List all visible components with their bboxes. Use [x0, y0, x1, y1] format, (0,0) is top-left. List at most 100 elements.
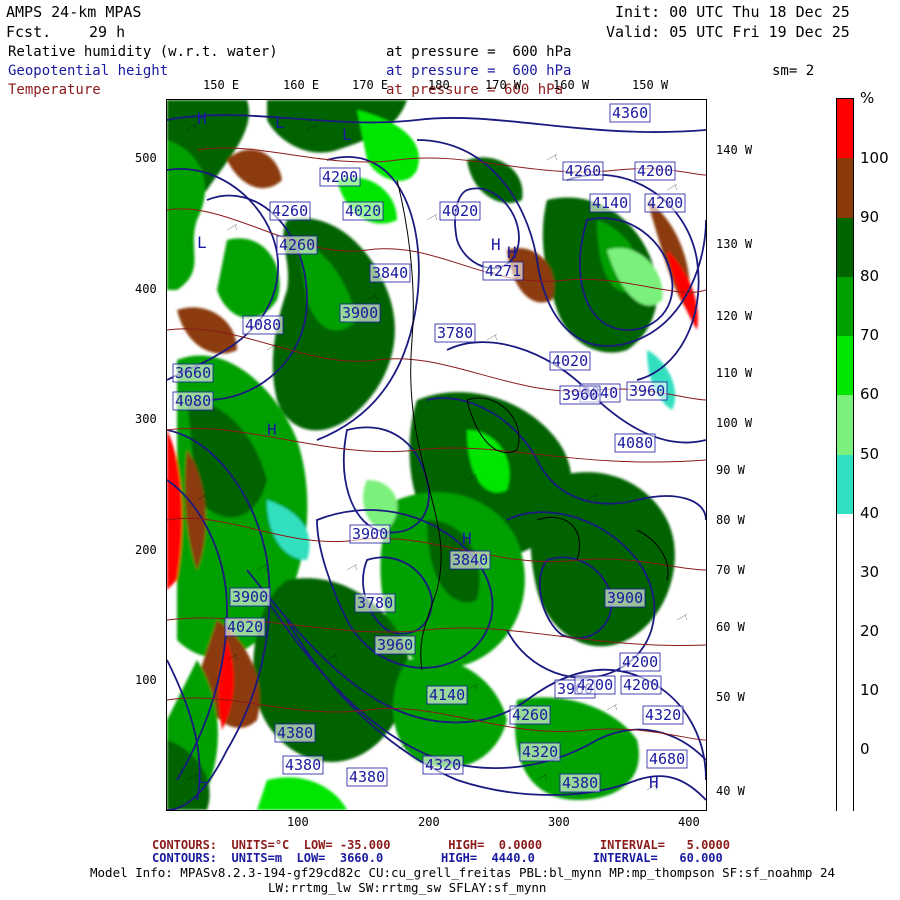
height-contour-label: 4020 — [224, 617, 266, 637]
height-contour-label: 4380 — [559, 773, 601, 793]
height-contour-label: 4080 — [172, 391, 214, 411]
height-label-text: 4260 — [272, 202, 308, 220]
high-pressure-marker: H — [197, 109, 207, 128]
lat-label: 90 W — [716, 463, 745, 477]
height-label-text: 3900 — [232, 588, 268, 606]
lon-label: 170 W — [485, 78, 522, 92]
colorbar-label: 90 — [860, 208, 880, 226]
height-contour-label: 3900 — [229, 587, 271, 607]
height-contour-label: 3840 — [369, 263, 411, 283]
height-label-text: 4260 — [565, 162, 601, 180]
humidity-colorbar — [836, 98, 854, 811]
height-contour-label: 3780 — [434, 323, 476, 343]
height-contour-label: 4260 — [509, 705, 551, 725]
colorbar-label: 10 — [860, 681, 880, 699]
height-contour-label: 4140 — [589, 193, 631, 213]
y-axis-label: 300 — [135, 412, 157, 426]
lat-label: 50 W — [716, 690, 745, 704]
colorbar-segment — [837, 691, 853, 752]
height-label-text: 4380 — [277, 724, 313, 742]
colorbar-label: 20 — [860, 622, 880, 640]
y-axis-label: 500 — [135, 151, 157, 165]
x-axis-label: 400 — [678, 815, 700, 829]
lon-label: 170 E — [352, 78, 389, 92]
height-label-text: 4260 — [512, 706, 548, 724]
height-contour-label: 4140 — [426, 685, 468, 705]
height-contour-label: 4380 — [282, 755, 324, 775]
height-label-text: 4320 — [522, 743, 558, 761]
height-label-text: 4260 — [279, 236, 315, 254]
height-contour-label: 3660 — [172, 363, 214, 383]
height-contour-label: 4320 — [642, 705, 684, 725]
lat-label: 130 W — [716, 237, 753, 251]
height-label-text: 4380 — [285, 756, 321, 774]
height-label-text: 3840 — [372, 264, 408, 282]
height-label-text: 4140 — [592, 194, 628, 212]
height-label-text: 3780 — [357, 594, 393, 612]
height-label-text: 4020 — [552, 352, 588, 370]
height-label-text: 4020 — [227, 618, 263, 636]
colorbar-segment — [837, 573, 853, 633]
colorbar-segment — [837, 395, 853, 455]
colorbar-segment — [837, 158, 853, 218]
height-contour-label: 4680 — [646, 749, 688, 769]
height-label-text: 3960 — [629, 382, 665, 400]
lon-label: 160 E — [283, 78, 320, 92]
model-info: Model Info: MPASv8.2.3-194-gf29cd82c CU:… — [90, 865, 836, 880]
height-label-text: 4680 — [649, 750, 685, 768]
colorbar-segment — [837, 336, 853, 396]
height-contour-label: 4200 — [620, 675, 662, 695]
height-contour-label: 4320 — [519, 742, 561, 762]
height-label-text: 3780 — [437, 324, 473, 342]
colorbar-unit: % — [860, 89, 875, 107]
lat-label: 40 W — [716, 784, 745, 798]
x-axis-label: 200 — [418, 815, 440, 829]
height-label-text: 3900 — [352, 525, 388, 543]
height-label-text: 4360 — [612, 104, 648, 122]
forecast-label: Fcst. — [6, 23, 52, 41]
height-label-text: 4080 — [245, 316, 281, 334]
colorbar-segment — [837, 217, 853, 278]
height-contour-label: 4200 — [634, 161, 676, 181]
height-contour-label: 3960 — [626, 381, 668, 401]
colorbar-segment — [837, 750, 853, 811]
height-contour-label: 4260 — [269, 201, 311, 221]
height-label-text: 4200 — [623, 676, 659, 694]
colorbar-segment — [837, 454, 853, 515]
map-canvas: 4360 4200 4260 4020 4260 4200 4260 4020 4140 4200… — [167, 100, 706, 810]
height-label-text: 3660 — [175, 364, 211, 382]
height-contour-label: 3900 — [604, 588, 646, 608]
height-contour-label: 4200 — [319, 167, 361, 187]
field-height-title: Geopotential height — [8, 63, 169, 79]
high-pressure-marker: H — [649, 773, 659, 792]
height-contour-label: 4200 — [619, 652, 661, 672]
height-label-text: 4200 — [622, 653, 658, 671]
height-contour-label: 3840 — [449, 550, 491, 570]
high-pressure-marker: H — [267, 420, 277, 439]
smoothing-label: sm= 2 — [772, 63, 815, 79]
field-rh-title: Relative humidity (w.r.t. water) — [8, 44, 278, 60]
height-label-text: 3900 — [342, 304, 378, 322]
height-label-text: 4320 — [425, 756, 461, 774]
lat-label: 120 W — [716, 309, 753, 323]
height-contour-label: 4200 — [574, 675, 616, 695]
lat-label: 60 W — [716, 620, 745, 634]
low-pressure-marker: L — [275, 113, 285, 132]
lon-label: 160 W — [553, 78, 590, 92]
height-contour-label: 4080 — [242, 315, 284, 335]
y-axis-label: 100 — [135, 673, 157, 687]
height-label-text: 4200 — [322, 168, 358, 186]
weather-map: 4360 4200 4260 4020 4260 4200 4260 4020 4140 4200… — [166, 99, 707, 811]
height-contour-label: 4080 — [614, 433, 656, 453]
lat-label: 110 W — [716, 366, 753, 380]
height-label-text: 4020 — [442, 202, 478, 220]
colorbar-label: 50 — [860, 445, 880, 463]
height-contour-label: 4271 — [482, 261, 524, 281]
high-pressure-marker: H — [491, 235, 501, 254]
colorbar-segment — [837, 513, 853, 574]
height-label-text: 4380 — [562, 774, 598, 792]
height-label-text: 4271 — [485, 262, 521, 280]
height-contour-label: 3900 — [339, 303, 381, 323]
height-label-text: 4380 — [349, 768, 385, 786]
height-contour-label: 4200 — [644, 193, 686, 213]
